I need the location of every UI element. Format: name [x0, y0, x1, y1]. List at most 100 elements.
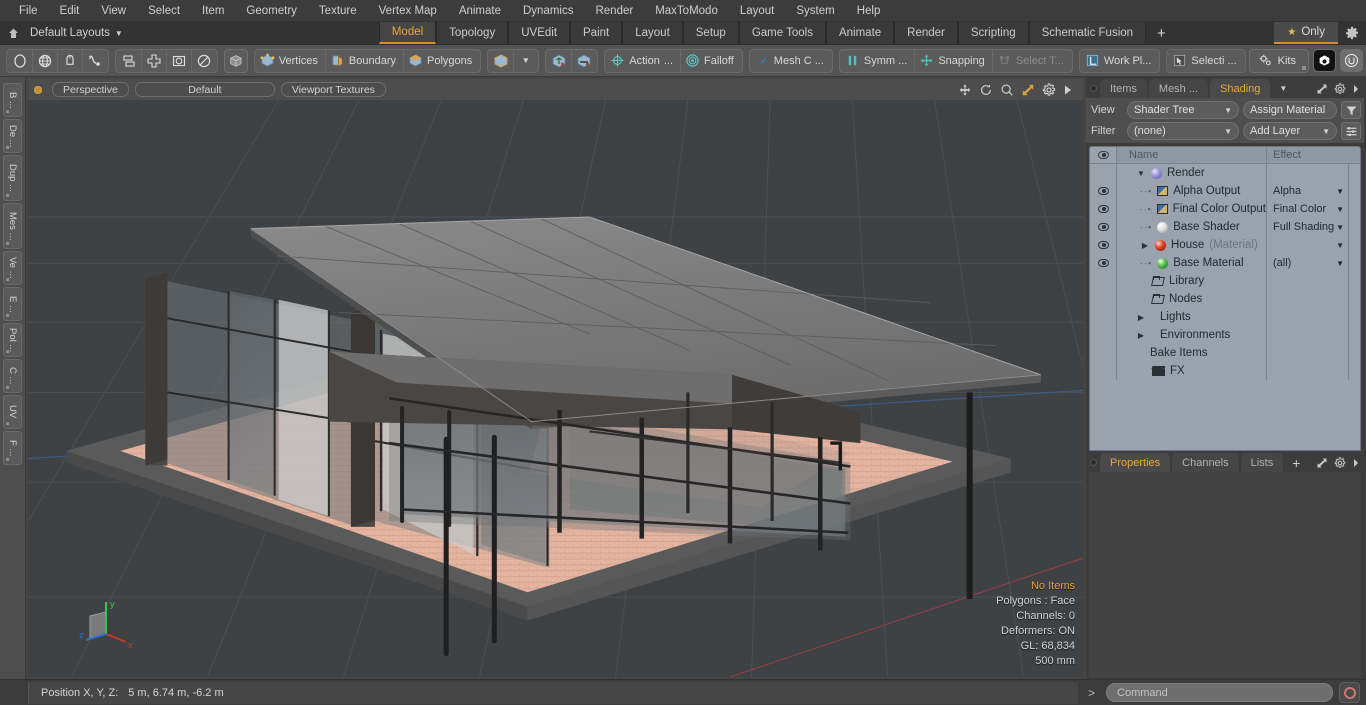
left-tab-duplicate[interactable]: Dup ... [3, 155, 22, 201]
table-row[interactable]: FX [1090, 362, 1360, 380]
cube-icon[interactable] [224, 48, 248, 73]
table-row[interactable]: ▼ Render [1090, 164, 1360, 182]
menu-item-file[interactable]: File [8, 2, 49, 20]
filter-dropdown[interactable]: (none) ▼ [1127, 122, 1239, 140]
default-layouts-dropdown[interactable]: Default Layouts ▼ [26, 22, 133, 44]
falloff-button[interactable]: Falloff [681, 50, 741, 72]
curve-icon[interactable] [83, 50, 107, 72]
chevron-right-icon[interactable] [1352, 458, 1360, 468]
row-visibility-toggle[interactable] [1090, 164, 1117, 182]
frame-icon[interactable] [167, 49, 192, 72]
row-visibility-toggle[interactable] [1090, 200, 1117, 218]
home-icon[interactable] [0, 22, 26, 44]
menu-item-maxtomodo[interactable]: MaxToModo [644, 2, 729, 20]
menu-item-layout[interactable]: Layout [729, 2, 786, 20]
tab-paint[interactable]: Paint [570, 22, 623, 44]
row-visibility-toggle[interactable] [1090, 344, 1117, 362]
table-row[interactable]: ··▪ Alpha Output Alpha ▼ [1090, 182, 1360, 200]
menu-item-help[interactable]: Help [846, 2, 892, 20]
axis-handle-alt-icon[interactable] [572, 50, 596, 72]
chevron-down-icon[interactable]: ▼ [514, 50, 537, 72]
tab-mesh[interactable]: Mesh ... [1148, 79, 1209, 98]
globe-icon[interactable] [33, 49, 58, 72]
twisty-right-icon[interactable]: ▶ [1136, 331, 1146, 340]
row-effect[interactable]: Final Color ▼ [1266, 200, 1348, 218]
expand-icon[interactable] [1316, 83, 1328, 95]
left-tab-vertex[interactable]: Ve ... [3, 251, 22, 285]
tab-game-tools[interactable]: Game Tools [738, 22, 826, 44]
align-icon[interactable] [117, 49, 142, 72]
row-visibility-toggle[interactable] [1090, 182, 1117, 200]
menu-item-select[interactable]: Select [137, 2, 191, 20]
tab-schematic-fusion[interactable]: Schematic Fusion [1028, 22, 1147, 44]
row-visibility-toggle[interactable] [1090, 236, 1117, 254]
gear-icon[interactable] [1338, 22, 1366, 44]
symmetry-button[interactable]: Symm ... [841, 49, 916, 72]
left-tab-edge[interactable]: E ... [3, 287, 22, 321]
tab-lists[interactable]: Lists [1240, 453, 1284, 472]
row-visibility-toggle[interactable] [1090, 326, 1117, 344]
table-row[interactable]: Library [1090, 272, 1360, 290]
table-row[interactable]: ▶ Lights [1090, 308, 1360, 326]
chevron-right-icon[interactable] [1352, 84, 1360, 94]
row-visibility-toggle[interactable] [1090, 218, 1117, 236]
row-effect[interactable]: (all) ▼ [1266, 254, 1348, 272]
tab-items[interactable]: Items [1100, 79, 1147, 98]
table-row[interactable]: Bake Items [1090, 344, 1360, 362]
menu-item-geometry[interactable]: Geometry [235, 2, 308, 20]
gear-icon[interactable] [1042, 82, 1056, 97]
boundary-mode-button[interactable]: Boundary [326, 49, 405, 72]
add-panel-tab-button[interactable]: + [1285, 453, 1307, 472]
snapping-button[interactable]: Snapping [915, 49, 993, 72]
tab-topology[interactable]: Topology [436, 22, 509, 44]
panel-dropdown-icon[interactable]: ▼ [1272, 79, 1294, 98]
move-icon[interactable] [958, 83, 972, 97]
menu-item-texture[interactable]: Texture [308, 2, 368, 20]
row-visibility-toggle[interactable] [1090, 290, 1117, 308]
viewport-view-dropdown[interactable]: Perspective [52, 82, 129, 97]
row-effect[interactable]: Alpha ▼ [1266, 182, 1348, 200]
panel-handle[interactable] [1086, 79, 1100, 98]
cube-mode-icon[interactable] [489, 49, 515, 72]
tab-scripting[interactable]: Scripting [957, 22, 1029, 44]
menu-item-edit[interactable]: Edit [49, 2, 91, 20]
menu-item-dynamics[interactable]: Dynamics [512, 2, 584, 20]
gear-icon[interactable] [1334, 456, 1346, 469]
tab-model[interactable]: Model [378, 22, 437, 44]
left-tab-basic[interactable]: B ... [3, 83, 22, 117]
axis-handle-icon[interactable] [547, 49, 573, 72]
only-toggle-button[interactable]: ★ Only [1274, 22, 1338, 44]
action-center-button[interactable]: Action ... [606, 49, 682, 72]
record-icon[interactable] [1339, 682, 1360, 703]
menu-item-system[interactable]: System [785, 2, 845, 20]
viewport-textures-dropdown[interactable]: Viewport Textures [280, 82, 386, 97]
twisty-right-icon[interactable]: ▶ [1136, 313, 1146, 322]
menu-item-view[interactable]: View [90, 2, 137, 20]
row-visibility-toggle[interactable] [1090, 272, 1117, 290]
work-plane-button[interactable]: Work Pl... [1081, 50, 1158, 72]
left-tab-polygon[interactable]: Pol ... [3, 323, 22, 357]
table-row[interactable]: ··▪ Base Material (all) ▼ [1090, 254, 1360, 272]
ellipse-icon[interactable] [192, 50, 216, 72]
table-row[interactable]: ▶ Environments [1090, 326, 1360, 344]
row-visibility-toggle[interactable] [1090, 362, 1117, 380]
gear-icon[interactable] [1334, 82, 1346, 95]
left-tab-curve[interactable]: C ... [3, 359, 22, 393]
row-effect[interactable]: Full Shading ▼ [1266, 218, 1348, 236]
add-tab-button[interactable]: + [1146, 22, 1177, 44]
filter-funnel-icon[interactable] [1341, 101, 1361, 119]
row-visibility-toggle[interactable] [1090, 308, 1117, 326]
row-visibility-toggle[interactable] [1090, 254, 1117, 272]
kits-button[interactable]: Kits [1248, 48, 1309, 73]
row-effect[interactable]: ▼ [1266, 236, 1348, 254]
twisty-right-icon[interactable]: ▶ [1140, 241, 1150, 250]
modo-icon[interactable] [1313, 49, 1336, 72]
menu-item-animate[interactable]: Animate [448, 2, 512, 20]
tab-properties[interactable]: Properties [1100, 453, 1171, 472]
center-icon[interactable] [142, 49, 167, 72]
left-tab-deform[interactable]: De ... [3, 119, 22, 153]
view-dropdown[interactable]: Shader Tree ▼ [1127, 101, 1239, 119]
circle-icon[interactable] [8, 49, 33, 72]
command-input[interactable]: Command [1106, 683, 1333, 702]
pen-icon[interactable] [58, 49, 83, 72]
